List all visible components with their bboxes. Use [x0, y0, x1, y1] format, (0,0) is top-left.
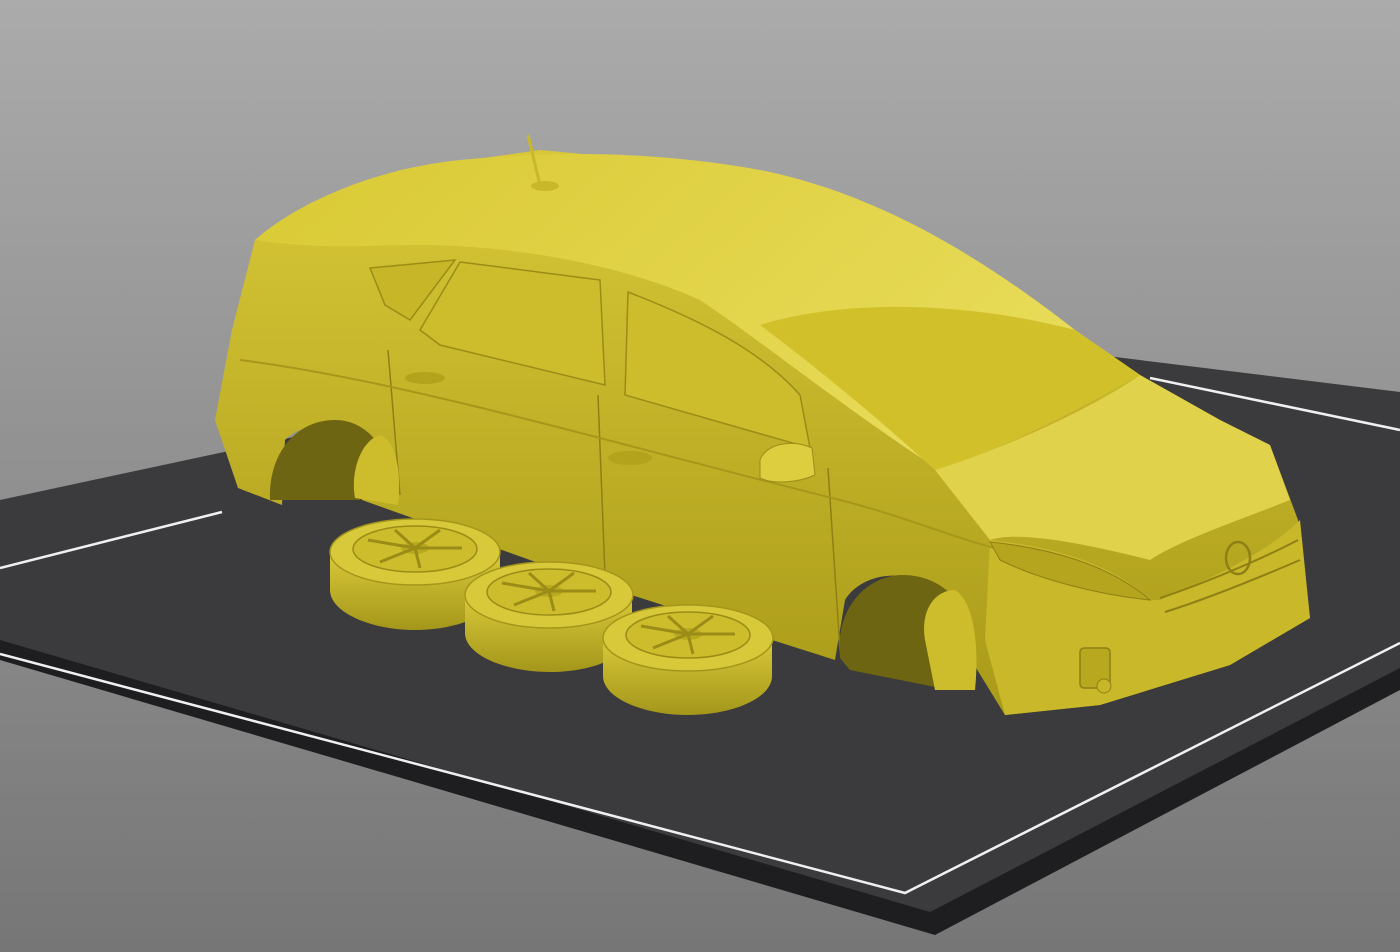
car-side-mirror: [759, 442, 816, 483]
car-door-handle-rear: [405, 372, 445, 384]
wheel-model-3[interactable]: [602, 604, 774, 715]
car-fog-lamp: [1096, 678, 1112, 694]
car-door-handle-front: [608, 451, 652, 465]
car-antenna-base: [531, 181, 559, 191]
3d-viewport[interactable]: [0, 0, 1400, 952]
scene-canvas[interactable]: [0, 0, 1400, 952]
